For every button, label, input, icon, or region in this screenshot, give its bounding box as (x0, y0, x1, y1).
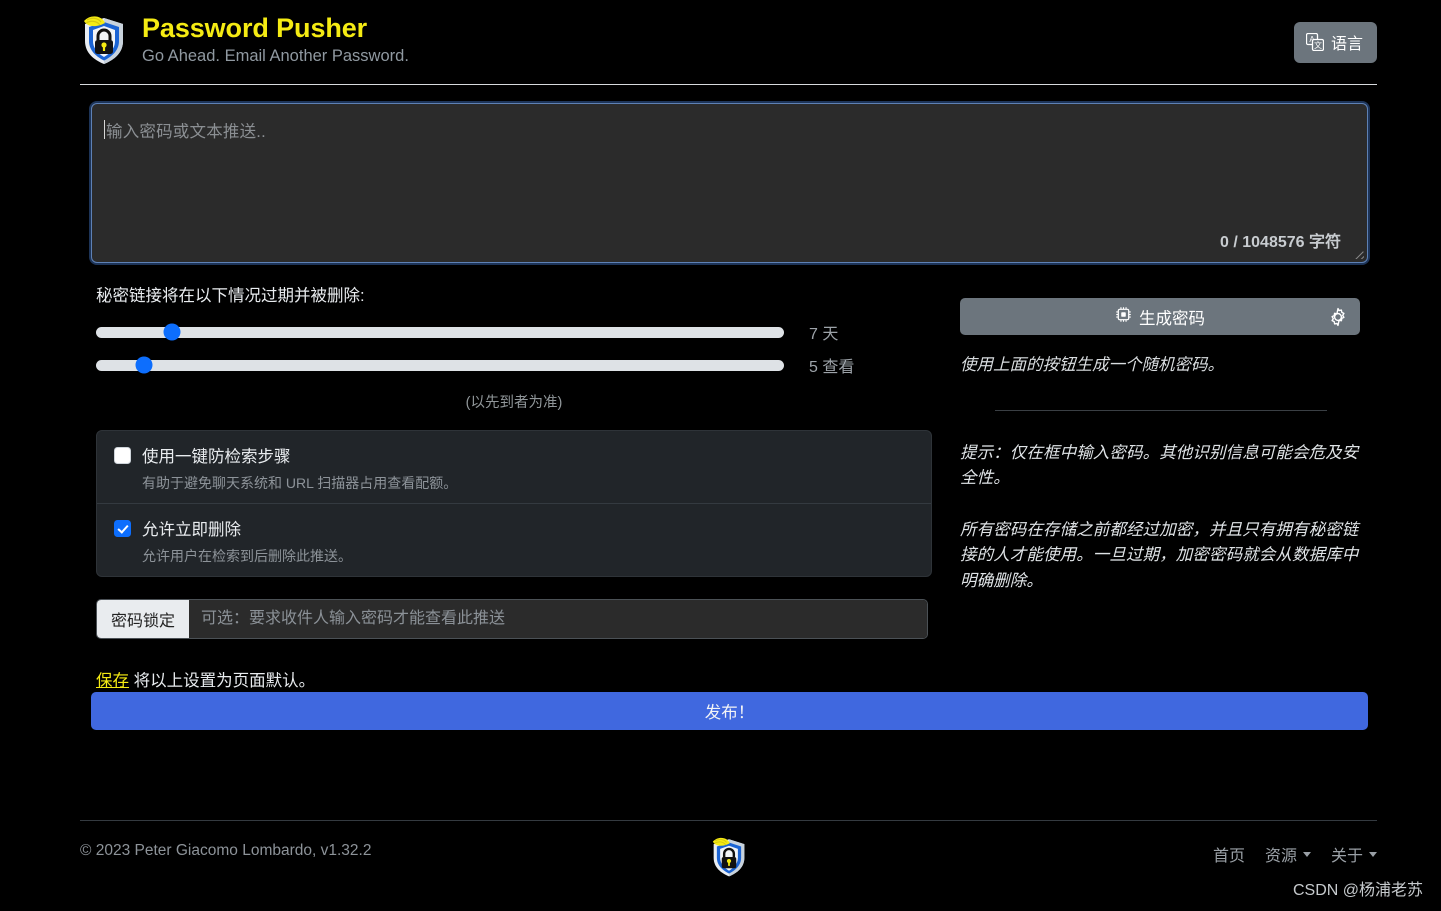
password-textarea-placeholder: 输入密码或文本推送.. (106, 123, 266, 141)
option-retrieval-step-line[interactable]: 使用一键防检索步骤 (97, 443, 931, 467)
immediate-deletion-description: 允许用户在检索到后删除此推送。 (142, 548, 352, 564)
gear-icon[interactable] (1328, 307, 1348, 327)
days-slider-thumb[interactable] (163, 323, 181, 341)
app-page: Password Pusher Go Ahead. Email Another … (0, 0, 1441, 911)
header-divider (80, 84, 1377, 85)
option-retrieval-step[interactable]: 使用一键防检索步骤 有助于避免聊天系统和 URL 扫描器占用查看配额。 (97, 431, 931, 503)
app-title: Password Pusher (142, 12, 368, 43)
encryption-note: 所有密码在存储之前都经过加密，并且只有拥有秘密链接的人才能使用。一旦过期，加密密… (960, 520, 1359, 590)
translate-icon: A 文 (1305, 32, 1325, 52)
cpu-chip-icon (1115, 306, 1132, 328)
days-slider[interactable] (96, 323, 784, 341)
settings-column: 秘密链接将在以下情况过期并被删除: 7 天 5 查看 (以先到者为准) 使用一键… (96, 282, 932, 691)
passphrase-label: 密码锁定 (97, 600, 190, 638)
sidebar-divider (995, 409, 1327, 411)
views-slider-thumb[interactable] (135, 356, 153, 374)
save-defaults-line: 保存 将以上设置为页面默认。 (96, 667, 932, 691)
views-slider[interactable] (96, 356, 784, 374)
footer-shield-lock-push-logo-icon (709, 836, 749, 878)
generate-password-label: 生成密码 (1139, 309, 1205, 328)
copyright-text: © 2023 Peter Giacomo Lombardo, v1.32.2 (80, 842, 372, 859)
chevron-down-icon (1369, 851, 1377, 857)
passphrase-input[interactable] (189, 600, 927, 638)
footer-link-resources-label: 资源 (1264, 848, 1297, 865)
footer-nav: 首页 资源 关于 (1213, 842, 1377, 866)
publish-button[interactable]: 发布！ (91, 692, 1368, 730)
option-immediate-deletion-line[interactable]: 允许立即删除 (97, 516, 931, 540)
chevron-down-icon (1302, 851, 1311, 857)
days-slider-row: 7 天 (96, 320, 932, 344)
immediate-deletion-checkbox[interactable] (114, 519, 131, 537)
options-card: 使用一键防检索步骤 有助于避免聊天系统和 URL 扫描器占用查看配额。 允许立即… (96, 430, 932, 577)
views-slider-value: 5 查看 (809, 359, 855, 376)
security-tip: 提示：仅在框中输入密码。其他识别信息可能会危及安全性。 (960, 443, 1359, 488)
save-defaults-text: 将以上设置为页面默认。 (129, 672, 316, 690)
save-defaults-link[interactable]: 保存 (96, 672, 129, 690)
generator-column: 生成密码 使用上面的按钮生成一个随机密码。 提示：仅在框中输入密码。其他识别信息… (960, 298, 1362, 595)
brand-text: Password Pusher Go Ahead. Email Another … (142, 13, 409, 68)
retrieval-step-label: 使用一键防检索步骤 (142, 448, 291, 466)
days-slider-track (96, 326, 784, 338)
views-slider-row: 5 查看 (96, 353, 932, 377)
option-immediate-deletion[interactable]: 允许立即删除 允许用户在检索到后删除此推送。 (97, 503, 931, 576)
retrieval-step-checkbox[interactable] (114, 446, 131, 464)
immediate-deletion-label: 允许立即删除 (142, 521, 241, 539)
password-textarea[interactable]: 输入密码或文本推送.. 0 / 1048576 字符 (91, 103, 1368, 263)
app-tagline: Go Ahead. Email Another Password. (142, 46, 409, 65)
generate-password-button[interactable]: 生成密码 (960, 298, 1360, 335)
footer-link-home[interactable]: 首页 (1213, 842, 1245, 866)
footer-link-about-label: 关于 (1330, 848, 1363, 865)
days-slider-value: 7 天 (809, 326, 839, 343)
text-caret (104, 120, 105, 139)
language-button-label: 语言 (1330, 36, 1363, 53)
app-footer: © 2023 Peter Giacomo Lombardo, v1.32.2 首… (80, 836, 1377, 878)
footer-link-resources[interactable]: 资源 (1265, 842, 1311, 866)
footer-divider (80, 820, 1377, 821)
passphrase-group: 密码锁定 (96, 599, 928, 639)
expiration-label: 秘密链接将在以下情况过期并被删除: (96, 287, 365, 305)
character-counter: 0 / 1048576 字符 (1220, 234, 1341, 251)
generate-note: 使用上面的按钮生成一个随机密码。 (960, 356, 1224, 374)
app-header: Password Pusher Go Ahead. Email Another … (80, 0, 1377, 80)
whichever-first-note: (以先到者为准) (465, 395, 563, 411)
watermark: CSDN @杨浦老苏 (1292, 882, 1423, 899)
retrieval-step-description: 有助于避免聊天系统和 URL 扫描器占用查看配额。 (142, 475, 458, 491)
views-slider-track (96, 359, 784, 371)
shield-lock-push-logo-icon (80, 14, 128, 66)
resize-handle-icon[interactable] (1352, 247, 1364, 259)
footer-link-about[interactable]: 关于 (1331, 842, 1377, 866)
language-button[interactable]: A 文 语言 (1293, 22, 1377, 63)
svg-text:文: 文 (1314, 40, 1322, 50)
footer-link-home-label: 首页 (1212, 848, 1245, 865)
brand: Password Pusher Go Ahead. Email Another … (80, 13, 409, 68)
